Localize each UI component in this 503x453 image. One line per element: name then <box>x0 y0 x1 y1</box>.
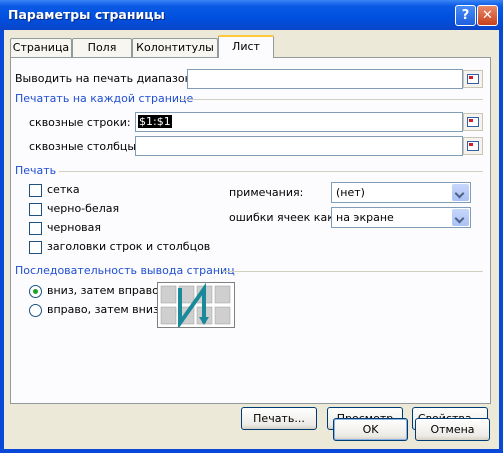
help-button[interactable]: ? <box>455 5 476 26</box>
draft-quality-checkbox[interactable] <box>29 222 42 235</box>
range-picker-icon <box>467 74 479 84</box>
tab-sheet[interactable]: Лист <box>218 35 274 58</box>
rows-collapse-button[interactable] <box>463 113 483 131</box>
black-white-label: черно-белая <box>47 202 120 215</box>
page-order-group-label: Последовательность вывода страниц <box>15 264 235 277</box>
print-titles-group-label: Печатать на каждой странице <box>15 92 194 105</box>
cancel-button[interactable]: Отмена <box>415 418 490 441</box>
close-button[interactable]: ✕ <box>477 5 498 26</box>
tab-page[interactable]: Страница <box>10 38 72 57</box>
rows-to-repeat-value: $1:$1 <box>138 115 172 128</box>
ok-button[interactable]: OK <box>333 418 408 441</box>
down-then-over-radio[interactable] <box>29 285 42 298</box>
chevron-down-icon[interactable] <box>452 184 469 201</box>
page-order-preview-icon <box>157 282 235 328</box>
cols-collapse-button[interactable] <box>463 137 483 155</box>
chevron-down-icon[interactable] <box>452 209 469 226</box>
gridlines-checkbox[interactable] <box>29 184 42 197</box>
group-divider <box>59 171 483 172</box>
cols-to-repeat-input[interactable] <box>135 136 463 156</box>
tab-header-footer[interactable]: Колонтитулы <box>132 38 218 57</box>
rows-to-repeat-label: сквозные строки: <box>29 116 131 129</box>
print-area-label: Выводить на печать диапазон: <box>15 72 196 85</box>
rows-to-repeat-input[interactable]: $1:$1 <box>135 112 463 132</box>
black-white-checkbox[interactable] <box>29 203 42 216</box>
group-divider <box>179 99 483 100</box>
dialog-title: Параметры страницы <box>8 7 165 22</box>
down-then-over-label: вниз, затем вправо <box>47 284 159 297</box>
print-button[interactable]: Печать... <box>241 407 317 430</box>
gridlines-label: сетка <box>47 183 80 196</box>
print-group-label: Печать <box>15 164 57 177</box>
range-picker-icon <box>467 117 479 127</box>
title-bar[interactable]: Параметры страницы ? ✕ <box>0 0 503 30</box>
print-area-collapse-button[interactable] <box>463 70 483 88</box>
print-area-input[interactable] <box>187 69 463 89</box>
draft-quality-label: черновая <box>47 221 102 234</box>
cell-errors-select[interactable]: на экране <box>331 207 471 228</box>
comments-select[interactable]: (нет) <box>331 182 471 203</box>
cell-errors-label: ошибки ячеек как: <box>229 211 338 224</box>
cols-to-repeat-label: сквозные столбцы: <box>29 140 140 153</box>
cell-errors-select-value: на экране <box>336 211 394 224</box>
comments-label: примечания: <box>229 186 304 199</box>
row-col-headings-label: заголовки строк и столбцов <box>47 240 211 253</box>
tab-margins[interactable]: Поля <box>72 38 132 57</box>
dialog-window: Параметры страницы ? ✕ Страница Поля Кол… <box>0 0 503 453</box>
group-divider <box>223 271 483 272</box>
over-then-down-radio[interactable] <box>29 304 42 317</box>
row-col-headings-checkbox[interactable] <box>29 241 42 254</box>
comments-select-value: (нет) <box>336 186 365 199</box>
dialog-client: Страница Поля Колонтитулы Лист Выводить … <box>4 30 499 449</box>
over-then-down-label: вправо, затем вниз <box>47 303 159 316</box>
sheet-panel: Выводить на печать диапазон: Печатать на… <box>10 57 491 430</box>
range-picker-icon <box>467 141 479 151</box>
